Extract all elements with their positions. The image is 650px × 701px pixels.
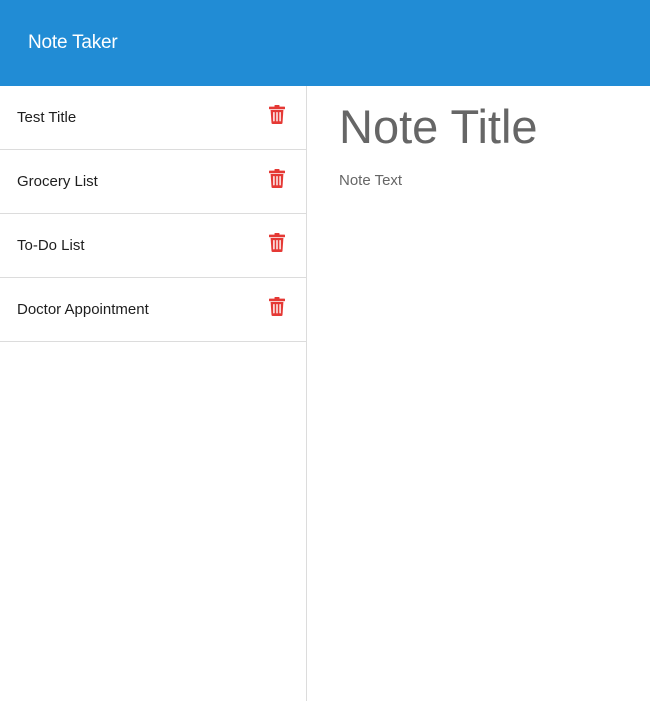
- list-item[interactable]: To-Do List: [0, 214, 306, 278]
- note-editor: [307, 86, 650, 701]
- app-container: Test Title Grocery List To-Do List Docto…: [0, 86, 650, 701]
- note-list: Test Title Grocery List To-Do List Docto…: [0, 86, 306, 342]
- brand-link[interactable]: Note Taker: [28, 32, 118, 54]
- note-item-title: To-Do List: [17, 237, 85, 254]
- trash-icon[interactable]: [268, 296, 286, 316]
- trash-icon[interactable]: [268, 168, 286, 188]
- note-item-title: Grocery List: [17, 173, 98, 190]
- note-item-title: Test Title: [17, 109, 77, 126]
- notes-sidebar: Test Title Grocery List To-Do List Docto…: [0, 86, 307, 701]
- trash-icon[interactable]: [268, 104, 286, 124]
- trash-icon-glyph: [269, 168, 285, 188]
- note-text-textarea[interactable]: [339, 172, 639, 572]
- trash-icon-glyph: [269, 104, 285, 124]
- list-item[interactable]: Grocery List: [0, 150, 306, 214]
- trash-icon[interactable]: [268, 232, 286, 252]
- navbar: Note Taker: [0, 0, 650, 86]
- list-item[interactable]: Test Title: [0, 86, 306, 150]
- list-item[interactable]: Doctor Appointment: [0, 278, 306, 342]
- trash-icon-glyph: [269, 232, 285, 252]
- note-title-input[interactable]: [339, 96, 639, 156]
- note-item-title: Doctor Appointment: [17, 301, 149, 318]
- trash-icon-glyph: [269, 296, 285, 316]
